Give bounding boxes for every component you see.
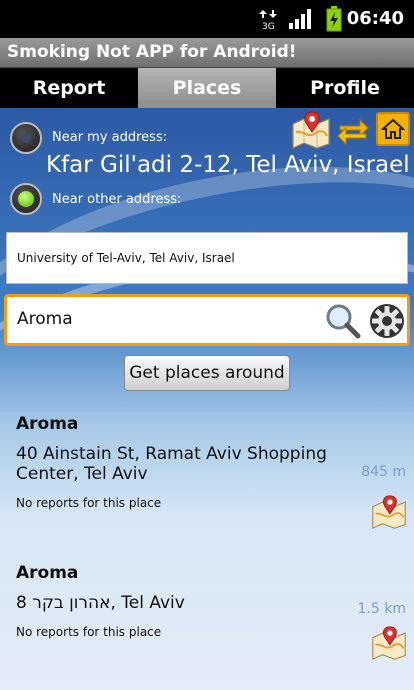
other-address-field[interactable]: University of Tel-Aviv, Tel Aviv, Israel — [6, 232, 408, 284]
home-icon — [381, 118, 405, 139]
place-address: אהרון בקר 8, Tel Aviv — [16, 593, 185, 613]
place-name: Aroma — [16, 563, 79, 583]
search-box[interactable]: Aroma — [4, 294, 410, 346]
near-other-address-radio[interactable] — [10, 183, 42, 215]
map-icon[interactable] — [370, 625, 408, 661]
tab-bar: Report Places Profile — [0, 68, 414, 108]
my-address: Kfar Gil'adi 2-12, Tel Aviv, Israel — [46, 152, 410, 178]
map-icon[interactable] — [370, 494, 408, 530]
place-distance: 845 m — [361, 464, 406, 480]
place-name: Aroma — [16, 414, 79, 434]
app-title: Smoking Not APP for Android! — [0, 38, 414, 68]
network-label: 3G — [262, 22, 275, 30]
clock: 06:40 — [346, 8, 404, 29]
tab-profile[interactable]: Profile — [276, 68, 414, 108]
get-places-button[interactable]: Get places around — [124, 355, 290, 391]
places-panel: Near my address: Kfar Gil'adi 2-12, Tel … — [0, 108, 414, 690]
battery-icon — [326, 6, 342, 32]
refresh-icon[interactable] — [336, 112, 370, 146]
near-other-address-label: Near other address: — [52, 192, 182, 207]
home-button[interactable] — [376, 112, 410, 146]
tab-report[interactable]: Report — [0, 68, 138, 108]
settings-icon[interactable] — [369, 303, 405, 339]
near-my-address-label: Near my address: — [52, 130, 168, 145]
place-reports: No reports for this place — [16, 625, 162, 639]
search-icon[interactable] — [325, 303, 361, 339]
status-bar: 3G 06:40 — [0, 0, 414, 38]
search-input[interactable]: Aroma — [17, 309, 73, 329]
place-distance: 1.5 km — [357, 601, 406, 617]
near-my-address-radio[interactable] — [10, 122, 42, 154]
signal-icon — [289, 9, 311, 29]
tab-places[interactable]: Places — [138, 68, 276, 108]
map-icon[interactable] — [290, 110, 332, 150]
network-3g-icon: 3G — [259, 10, 277, 30]
place-reports: No reports for this place — [16, 496, 162, 510]
place-address: 40 Ainstain St, Ramat Aviv Shopping Cent… — [16, 444, 327, 484]
